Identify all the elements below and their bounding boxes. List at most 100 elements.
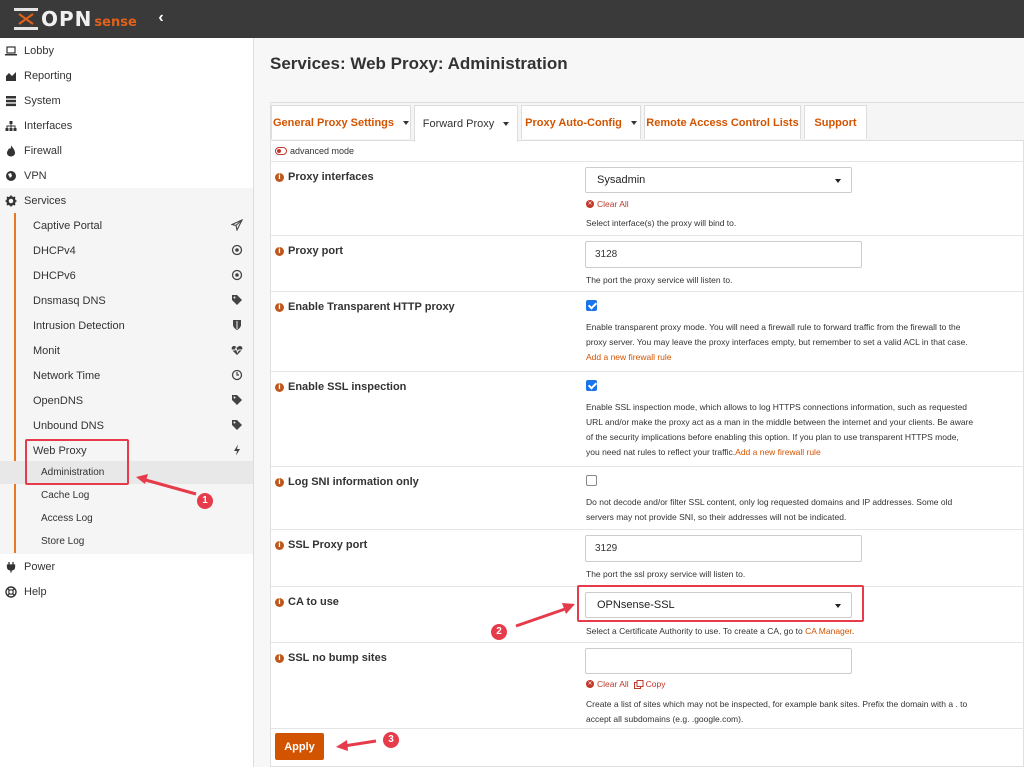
sidebar-item-services[interactable]: Services bbox=[0, 188, 253, 213]
opnsense-logo-icon bbox=[14, 8, 38, 30]
proxy-interfaces-select[interactable]: Sysadmin bbox=[585, 167, 852, 193]
help-text: Create a list of sites which may not be … bbox=[586, 699, 968, 724]
bolt-icon bbox=[231, 444, 243, 456]
copy-link[interactable]: Copy bbox=[633, 679, 666, 689]
info-icon[interactable]: i bbox=[275, 382, 284, 392]
selected-value: Sysadmin bbox=[597, 174, 646, 186]
tab-proxy-auto-config[interactable]: Proxy Auto-Config bbox=[521, 105, 641, 139]
sidebar-item-power[interactable]: Power bbox=[0, 554, 253, 579]
paper-plane-icon bbox=[230, 218, 244, 232]
cog-icon bbox=[5, 195, 17, 207]
help-text: The port the ssl proxy service will list… bbox=[586, 569, 746, 579]
tab-forward-proxy[interactable]: Forward Proxy bbox=[414, 105, 518, 142]
info-icon[interactable]: i bbox=[275, 653, 284, 663]
sidebar-item-label: Store Log bbox=[41, 536, 85, 547]
sidebar-item-label: DHCPv6 bbox=[33, 269, 76, 282]
info-icon[interactable]: i bbox=[275, 540, 284, 550]
sidebar-item-firewall[interactable]: Firewall bbox=[0, 138, 253, 163]
sidebar-item-label: Access Log bbox=[41, 513, 93, 524]
label-text: Enable SSL inspection bbox=[288, 381, 407, 393]
info-icon[interactable]: i bbox=[275, 172, 284, 182]
sidebar-item-interfaces[interactable]: Interfaces bbox=[0, 113, 253, 138]
clear-all-link[interactable]: × Clear All bbox=[586, 199, 629, 209]
sidebar-item-system[interactable]: System bbox=[0, 88, 253, 113]
sidebar-item-label: Services bbox=[24, 194, 67, 207]
log-sni-checkbox[interactable] bbox=[586, 475, 597, 486]
sidebar-item-intrusion-detection[interactable]: Intrusion Detection bbox=[0, 313, 253, 338]
copy-icon bbox=[633, 679, 644, 689]
sidebar-item-label: Power bbox=[24, 560, 56, 573]
annotation-badge-2: 2 bbox=[491, 624, 507, 640]
sidebar-item-network-time[interactable]: Network Time bbox=[0, 363, 253, 388]
sidebar-item-dnsmasq-dns[interactable]: Dnsmasq DNS bbox=[0, 288, 253, 313]
sidebar-item-help[interactable]: Help bbox=[0, 579, 253, 604]
sidebar-item-monit[interactable]: Monit bbox=[0, 338, 253, 363]
tab-general-proxy-settings[interactable]: General Proxy Settings bbox=[271, 105, 411, 139]
sidebar-item-label: Help bbox=[24, 585, 47, 598]
advanced-mode-label: advanced mode bbox=[290, 146, 355, 156]
tab-remote-access-control-lists[interactable]: Remote Access Control Lists bbox=[644, 105, 801, 139]
transparent-proxy-row: i Enable Transparent HTTP proxy Enable tr… bbox=[271, 291, 1024, 371]
arrow-3-icon bbox=[336, 739, 377, 751]
tags-icon bbox=[231, 419, 243, 431]
sidebar-item-lobby[interactable]: Lobby bbox=[0, 38, 253, 63]
ssl-proxy-port-input[interactable]: 3129 bbox=[585, 535, 862, 562]
tab-label: Proxy Auto-Config bbox=[525, 116, 622, 129]
label-text: CA to use bbox=[288, 596, 339, 608]
ssl-proxy-port-row: i SSL Proxy port 3129 The port the ssl pr… bbox=[271, 529, 1024, 586]
plug-icon bbox=[5, 561, 17, 573]
sidebar-item-unbound-dns[interactable]: Unbound DNS bbox=[0, 413, 253, 438]
ssl-inspection-checkbox[interactable] bbox=[586, 380, 597, 391]
shield-icon bbox=[231, 319, 243, 331]
page-title: Services: Web Proxy: Administration bbox=[270, 54, 568, 73]
highlight-ca-select bbox=[577, 585, 864, 622]
toggle-icon bbox=[275, 147, 287, 155]
field-label: i Enable Transparent HTTP proxy bbox=[275, 301, 455, 313]
fire-icon bbox=[5, 145, 17, 157]
sidebar-item-label: Firewall bbox=[24, 144, 62, 157]
times-circle-icon: × bbox=[586, 200, 594, 208]
sidebar-item-access-log[interactable]: Access Log bbox=[0, 507, 253, 530]
sidebar-item-dhcpv4[interactable]: DHCPv4 bbox=[0, 238, 253, 263]
area-chart-icon bbox=[5, 70, 17, 82]
clear-all-label: Clear All bbox=[597, 199, 629, 209]
opnsense-logo[interactable]: OPN sense bbox=[14, 7, 137, 31]
info-icon[interactable]: i bbox=[275, 477, 284, 487]
sidebar-item-captive-portal[interactable]: Captive Portal bbox=[0, 213, 253, 238]
sidebar-item-cache-log[interactable]: Cache Log bbox=[0, 484, 253, 507]
transparent-proxy-checkbox[interactable] bbox=[586, 300, 597, 311]
laptop-icon bbox=[5, 45, 17, 57]
clear-all-link[interactable]: Clear All bbox=[597, 679, 629, 689]
field-label: i Proxy interfaces bbox=[275, 171, 374, 183]
label-text: SSL no bump sites bbox=[288, 652, 387, 664]
info-icon[interactable]: i bbox=[275, 246, 284, 256]
ssl-no-bump-input[interactable] bbox=[585, 648, 852, 674]
sidebar-item-dhcpv6[interactable]: DHCPv6 bbox=[0, 263, 253, 288]
add-firewall-rule-link[interactable]: Add a new firewall rule bbox=[735, 447, 821, 457]
collapse-sidebar-chevron-icon[interactable]: ‹ bbox=[152, 9, 170, 29]
field-label: i Proxy port bbox=[275, 245, 343, 257]
info-icon[interactable]: i bbox=[275, 597, 284, 607]
tab-label: General Proxy Settings bbox=[272, 116, 395, 129]
field-label: i SSL no bump sites bbox=[275, 652, 387, 664]
info-icon[interactable]: i bbox=[275, 302, 284, 312]
sidebar-item-opendns[interactable]: OpenDNS bbox=[0, 388, 253, 413]
sidebar: Lobby Reporting System Interfaces Firewa… bbox=[0, 38, 254, 767]
sidebar-item-label: Dnsmasq DNS bbox=[33, 294, 106, 307]
tab-support[interactable]: Support bbox=[804, 105, 867, 139]
sidebar-item-store-log[interactable]: Store Log bbox=[0, 530, 253, 553]
sidebar-item-vpn[interactable]: VPN bbox=[0, 163, 253, 188]
caret-down-icon bbox=[503, 122, 510, 126]
proxy-interfaces-row: i Proxy interfaces Sysadmin × Clear All Se… bbox=[271, 161, 1024, 235]
add-firewall-rule-link[interactable]: Add a new firewall rule bbox=[586, 350, 1006, 365]
field-label: i CA to use bbox=[275, 596, 339, 608]
tags-icon bbox=[231, 294, 243, 306]
sidebar-item-label: VPN bbox=[24, 169, 47, 182]
proxy-port-input[interactable]: 3128 bbox=[585, 241, 862, 268]
advanced-mode-toggle[interactable]: advanced mode bbox=[275, 146, 354, 156]
ca-manager-link[interactable]: CA Manager bbox=[805, 626, 852, 636]
bullseye-icon bbox=[231, 244, 243, 256]
apply-button[interactable]: Apply bbox=[275, 733, 324, 760]
sidebar-item-reporting[interactable]: Reporting bbox=[0, 63, 253, 88]
help-text: Select interface(s) the proxy will bind … bbox=[586, 218, 737, 228]
